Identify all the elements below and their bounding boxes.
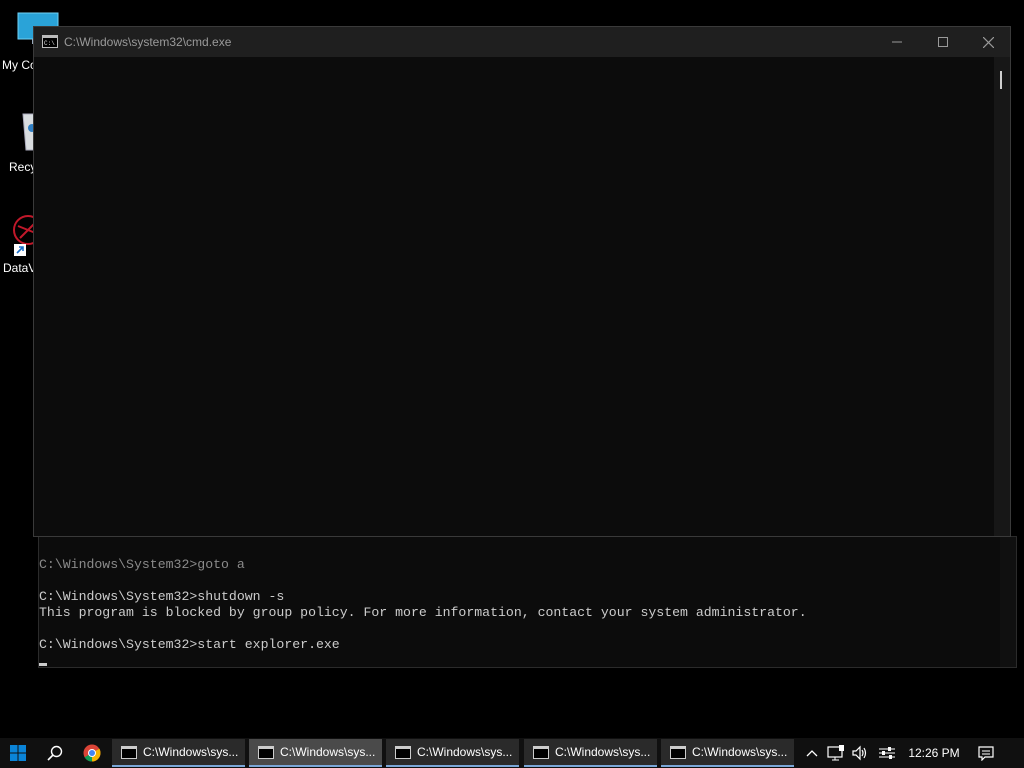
notification-icon: [978, 745, 994, 761]
text-cursor: [39, 663, 47, 666]
windows-logo-icon: [10, 745, 26, 761]
taskbar-item-cmd[interactable]: C:\Windows\sys...: [524, 739, 657, 767]
chrome-button[interactable]: [76, 738, 108, 768]
cmd-icon: [533, 745, 549, 759]
network-button[interactable]: [825, 738, 847, 768]
volume-icon: [852, 745, 867, 761]
taskbar-item-cmd[interactable]: C:\Windows\sys...: [386, 739, 519, 767]
console-scrollbar[interactable]: [994, 57, 1010, 536]
svg-text:C:\: C:\: [44, 40, 55, 47]
chrome-icon: [83, 744, 101, 762]
minimize-icon: [892, 41, 902, 43]
cmd-icon: [121, 745, 137, 759]
taskbar-item-cmd[interactable]: C:\Windows\sys...: [112, 739, 245, 767]
cmd-icon: [258, 745, 274, 759]
cmd-icon: [670, 745, 686, 759]
console-scrollbar[interactable]: [1000, 537, 1016, 667]
action-center-button[interactable]: [972, 738, 1000, 768]
cmd-icon: C:\: [42, 35, 58, 48]
desktop-icon-label: DataV: [3, 261, 37, 275]
network-icon: [827, 745, 844, 761]
search-icon: [47, 745, 63, 761]
maximize-button[interactable]: [920, 27, 966, 57]
taskbar-item-label: C:\Windows\sys...: [417, 745, 513, 759]
taskbar-item-label: C:\Windows\sys...: [555, 745, 651, 759]
console-line: C:\Windows\System32>shutdown -s: [39, 589, 285, 604]
window-title: C:\Windows\system32\cmd.exe: [64, 35, 232, 49]
scrollbar-thumb[interactable]: [1000, 71, 1002, 89]
console-line: C:\Windows\System32>start explorer.exe: [39, 637, 340, 652]
desktop-icon-label: My Co: [2, 58, 37, 72]
taskbar-item-cmd-active[interactable]: C:\Windows\sys...: [249, 739, 382, 767]
chevron-up-icon: [806, 750, 818, 757]
taskbar-item-label: C:\Windows\sys...: [280, 745, 376, 759]
close-button[interactable]: [965, 27, 1011, 57]
background-console-window[interactable]: C:\Windows\System32>goto a C:\Windows\Sy…: [38, 536, 1017, 668]
taskbar-item-label: C:\Windows\sys...: [692, 745, 788, 759]
taskbar: C:\Windows\sys... C:\Windows\sys... C:\W…: [0, 738, 1024, 768]
taskbar-item-cmd[interactable]: C:\Windows\sys...: [661, 739, 794, 767]
console-line: This program is blocked by group policy.…: [39, 605, 807, 620]
show-hidden-icons-button[interactable]: [802, 738, 822, 768]
taskbar-clock[interactable]: 12:26 PM: [902, 738, 966, 768]
window-titlebar[interactable]: C:\ C:\Windows\system32\cmd.exe: [34, 27, 1010, 57]
start-button[interactable]: [0, 738, 36, 768]
search-button[interactable]: [38, 738, 72, 768]
minimize-button[interactable]: [874, 27, 920, 57]
console-window[interactable]: C:\ C:\Windows\system32\cmd.exe: [33, 26, 1011, 537]
sliders-icon: [879, 747, 895, 759]
console-line: C:\Windows\System32>goto a: [39, 557, 245, 572]
taskbar-item-label: C:\Windows\sys...: [143, 745, 239, 759]
settings-sliders-button[interactable]: [876, 738, 898, 768]
volume-button[interactable]: [849, 738, 871, 768]
close-icon: [982, 36, 994, 48]
maximize-icon: [938, 37, 948, 47]
cmd-icon: [395, 745, 411, 759]
